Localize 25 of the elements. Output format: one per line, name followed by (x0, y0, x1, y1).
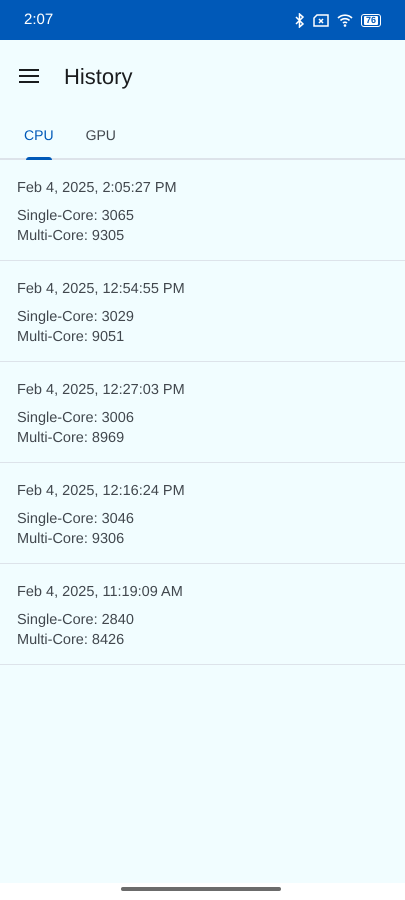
bluetooth-icon (294, 12, 305, 28)
single-core-score: Single-Core: 3065 (17, 207, 134, 226)
entry-date: Feb 4, 2025, 12:16:24 PM (17, 482, 185, 501)
home-handle[interactable] (121, 887, 281, 891)
multi-core-score: Multi-Core: 8426 (17, 631, 124, 650)
battery-icon: 76 (360, 14, 381, 26)
tab[interactable]: GPU (70, 112, 132, 158)
entry-date: Feb 4, 2025, 12:54:55 PM (17, 280, 185, 299)
menu-icon[interactable] (18, 68, 40, 84)
multi-core-score: Multi-Core: 9306 (17, 530, 124, 549)
entry-date: Feb 4, 2025, 11:19:09 AM (17, 583, 183, 602)
single-core-score: Single-Core: 3029 (17, 308, 134, 327)
multi-core-score: Multi-Core: 8969 (17, 429, 124, 448)
single-core-score: Single-Core: 2840 (17, 611, 134, 630)
multi-core-score: Multi-Core: 9051 (17, 328, 124, 347)
entry-date: Feb 4, 2025, 2:05:27 PM (17, 179, 177, 198)
single-core-score: Single-Core: 3046 (17, 510, 134, 529)
screen-title: History (64, 62, 132, 91)
multi-core-score: Multi-Core: 9305 (17, 227, 124, 246)
status-time: 2:07 (24, 10, 54, 30)
no-sim-icon (312, 14, 329, 26)
wifi-icon (336, 14, 353, 26)
entry-date: Feb 4, 2025, 12:27:03 PM (17, 381, 185, 400)
single-core-score: Single-Core: 3006 (17, 409, 134, 428)
tab[interactable]: CPU (8, 112, 70, 158)
